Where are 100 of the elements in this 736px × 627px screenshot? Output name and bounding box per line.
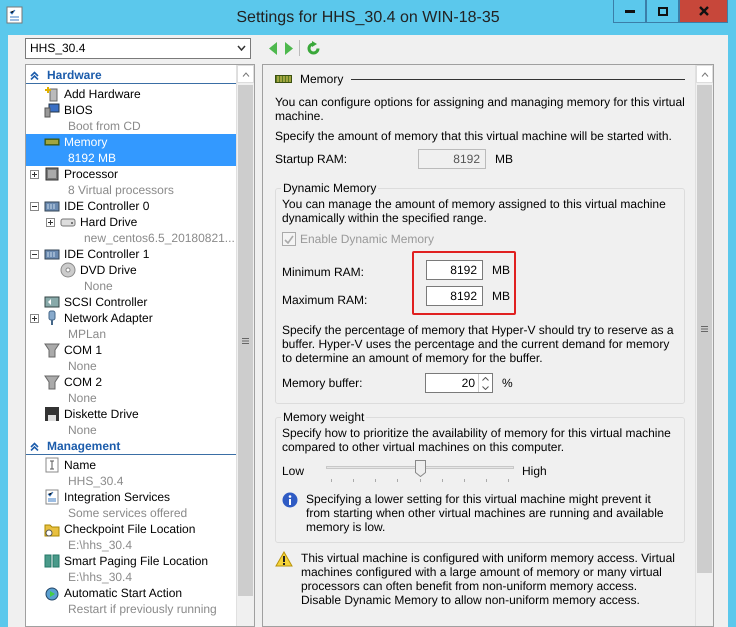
tree-item[interactable]: SCSI Controller bbox=[26, 294, 236, 310]
tree-item[interactable]: Network Adapter MPLan bbox=[26, 310, 236, 342]
window-title: Settings for HHS_30.4 on WIN-18-35 bbox=[236, 8, 500, 26]
dynamic-memory-text: You can manage the amount of memory assigned to this virtual machine dynamically within the specified range. bbox=[282, 197, 667, 225]
name-icon bbox=[44, 457, 60, 473]
group-title: Dynamic Memory bbox=[282, 181, 378, 195]
item-label: Checkpoint File Location bbox=[64, 521, 196, 537]
item-detail: None bbox=[67, 358, 98, 374]
section-title: Hardware bbox=[47, 68, 102, 82]
back-arrow-icon[interactable] bbox=[269, 42, 278, 54]
unit-label: MB bbox=[492, 289, 510, 303]
chevron-up-icon bbox=[482, 376, 489, 380]
scroll-thumb[interactable] bbox=[238, 85, 253, 596]
memory-weight-text: Specify how to prioritize the availability of memory for this virtual machine compared to other virtual machines on this computer. bbox=[282, 426, 672, 454]
checkbox-label: Enable Dynamic Memory bbox=[300, 232, 434, 246]
memory-weight-slider[interactable] bbox=[326, 458, 514, 484]
tree-item[interactable]: BIOS Boot from CD bbox=[26, 102, 236, 134]
scroll-up-button[interactable] bbox=[696, 65, 713, 83]
settings-window-icon bbox=[6, 6, 24, 24]
memory-buffer-spinner[interactable]: 20 bbox=[425, 373, 493, 393]
item-label: Smart Paging File Location bbox=[64, 553, 208, 569]
tree-item[interactable]: COM 1 None bbox=[26, 342, 236, 374]
tree-item[interactable]: Name HHS_30.4 bbox=[26, 457, 236, 489]
scroll-thumb[interactable] bbox=[697, 85, 712, 573]
item-detail: Some services offered bbox=[67, 505, 188, 521]
slider-thumb[interactable] bbox=[415, 460, 426, 477]
tree-item[interactable]: IDE Controller 1 bbox=[26, 246, 236, 262]
group-title: Memory weight bbox=[282, 410, 366, 424]
checkmark-icon bbox=[284, 234, 294, 244]
tree-item[interactable]: Checkpoint File Location E:\hhs_30.4 bbox=[26, 521, 236, 553]
maximum-ram-field[interactable]: 8192 bbox=[426, 286, 483, 306]
item-label: Processor bbox=[64, 166, 120, 182]
add-icon bbox=[44, 86, 60, 102]
expand-icon[interactable] bbox=[30, 170, 39, 179]
tree-item[interactable]: Automatic Start Action Restart if previously running bbox=[26, 585, 236, 617]
info-text: Specifying a lower setting for this virtual machine might prevent it from starting when other virtual machines are running and available memory is low. bbox=[306, 492, 665, 534]
scrollbar[interactable] bbox=[236, 65, 254, 626]
vm-select[interactable]: HHS_30.4 bbox=[25, 38, 251, 58]
tree-item[interactable]: IDE Controller 0 bbox=[26, 198, 236, 214]
warning-icon bbox=[275, 551, 293, 567]
item-label: Add Hardware bbox=[64, 86, 141, 102]
item-label: DVD Drive bbox=[80, 262, 137, 278]
field-label: Memory buffer: bbox=[282, 376, 364, 390]
minimum-ram-field[interactable]: 8192 bbox=[426, 260, 483, 280]
close-button[interactable] bbox=[679, 0, 728, 23]
collapse-icon[interactable] bbox=[30, 202, 39, 211]
section-heading: Memory bbox=[300, 72, 344, 86]
scrollbar[interactable] bbox=[695, 65, 713, 626]
chevron-down-icon bbox=[237, 45, 246, 51]
tree-item[interactable]: Smart Paging File Location E:\hhs_30.4 bbox=[26, 553, 236, 585]
disc-icon bbox=[60, 262, 76, 278]
collapse-icon[interactable] bbox=[30, 250, 39, 259]
tree-item[interactable]: Processor 8 Virtual processors bbox=[26, 166, 236, 198]
forward-arrow-icon[interactable] bbox=[284, 42, 293, 54]
cpu-icon bbox=[44, 166, 60, 182]
maximize-button[interactable] bbox=[646, 0, 679, 23]
item-detail: E:\hhs_30.4 bbox=[67, 537, 134, 553]
chevron-up-icon bbox=[700, 72, 708, 76]
scroll-up-button[interactable] bbox=[237, 65, 254, 83]
item-label: COM 1 bbox=[64, 342, 102, 358]
minimize-button[interactable] bbox=[613, 0, 646, 23]
item-label: Network Adapter bbox=[64, 310, 153, 326]
chevron-down-icon bbox=[482, 386, 489, 390]
refresh-icon[interactable] bbox=[306, 40, 321, 56]
item-label: Memory bbox=[64, 134, 108, 150]
slider-min-label: Low bbox=[282, 464, 306, 478]
expand-icon[interactable] bbox=[46, 218, 55, 227]
tree-item[interactable]: COM 2 None bbox=[26, 374, 236, 406]
tree-item[interactable]: Add Hardware bbox=[26, 86, 236, 102]
info-icon bbox=[282, 492, 298, 508]
unit-label: % bbox=[502, 376, 513, 390]
maximize-icon bbox=[658, 6, 668, 16]
item-label: COM 2 bbox=[64, 374, 102, 390]
minimize-icon bbox=[624, 10, 634, 12]
field-label: Maximum RAM: bbox=[282, 292, 368, 309]
tree-item[interactable]: Hard Drive new_centos6.5_20180821... bbox=[26, 214, 236, 246]
section-header[interactable]: Hardware bbox=[26, 67, 236, 84]
item-label: IDE Controller 0 bbox=[64, 198, 150, 214]
field-label: Startup RAM: bbox=[275, 152, 348, 166]
item-detail: 8192 MB bbox=[67, 150, 116, 166]
grip-icon bbox=[242, 338, 249, 344]
item-detail: None bbox=[67, 390, 98, 406]
tree-item[interactable]: DVD Drive None bbox=[26, 262, 236, 294]
memory-icon bbox=[275, 75, 292, 83]
tree-item[interactable]: Integration Services Some services offered bbox=[26, 489, 236, 521]
section-header[interactable]: Management bbox=[26, 438, 236, 455]
unit-label: MB bbox=[492, 263, 510, 277]
warning-hint-text: Disable Dynamic Memory to allow non-uniform memory access. bbox=[301, 593, 641, 607]
start-icon bbox=[44, 585, 60, 601]
item-detail: 8 Virtual processors bbox=[67, 182, 174, 198]
item-label: Name bbox=[64, 457, 98, 473]
unit-label: MB bbox=[495, 152, 513, 166]
warning-text: This virtual machine is configured with uniform memory access. Virtual machines configured with a large amount of memory or many virtual processors can often benefit from non-uniform memory access. bbox=[301, 551, 676, 593]
item-detail: E:\hhs_30.4 bbox=[67, 569, 134, 585]
item-label: IDE Controller 1 bbox=[64, 246, 150, 262]
section-title: Management bbox=[47, 439, 120, 453]
item-detail: MPLan bbox=[67, 326, 108, 342]
tree-item[interactable]: Diskette Drive None bbox=[26, 406, 236, 438]
item-label: SCSI Controller bbox=[64, 294, 148, 310]
expand-icon[interactable] bbox=[30, 314, 39, 323]
